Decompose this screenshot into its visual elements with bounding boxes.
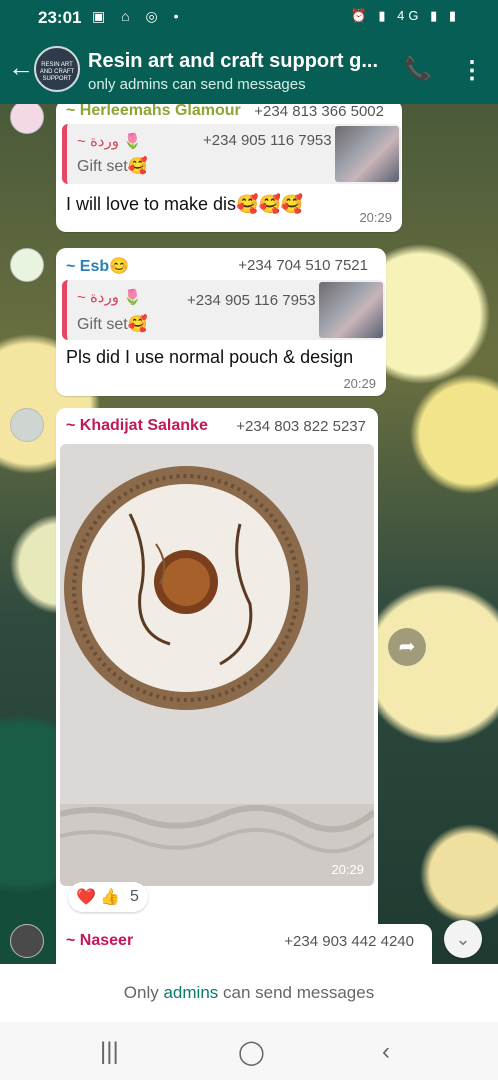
back-arrow-icon[interactable]: ← <box>8 54 34 80</box>
message-time: 20:29 <box>343 376 376 391</box>
quoted-phone: +234 905 116 7953 <box>203 132 332 149</box>
avatar[interactable] <box>10 924 44 958</box>
footer-prefix: Only <box>123 983 164 1002</box>
footer-suffix: can send messages <box>218 983 375 1002</box>
chat-area[interactable]: ~ Herleemahs Glamour +234 813 366 5002 ~… <box>0 104 498 964</box>
admins-link[interactable]: admins <box>163 983 218 1002</box>
group-title[interactable]: Resin art and craft support g... <box>88 50 388 73</box>
message-bubble[interactable]: ~ Esb😊 +234 704 510 7521 ~ وردة 🌷 +234 9… <box>56 248 386 396</box>
reaction-count: 5 <box>130 888 139 905</box>
message-time: 20:29 <box>359 210 392 225</box>
message-image[interactable]: 20:29 <box>60 444 374 886</box>
home-icon[interactable]: ◯ <box>238 1038 265 1067</box>
notification-icons: ▣ ⌂ ◎ • <box>92 8 185 24</box>
back-nav-icon[interactable]: ‹ <box>382 1038 390 1066</box>
sender-phone: +234 803 822 5237 <box>236 418 366 435</box>
quoted-message[interactable]: ~ وردة 🌷 +234 905 116 7953 Gift set🥰 <box>62 280 385 340</box>
quoted-text: Gift set🥰 <box>77 158 148 175</box>
scroll-down-icon[interactable]: ⌄ <box>444 920 482 958</box>
quoted-phone: +234 905 116 7953 <box>187 292 316 309</box>
quoted-sender: ~ وردة 🌷 <box>77 289 142 306</box>
sender-name[interactable]: ~ Khadijat Salanke <box>66 417 208 435</box>
forward-icon[interactable]: ➦ <box>388 628 426 666</box>
reaction-emojis: ❤️ 👍 <box>76 889 121 906</box>
avatar[interactable] <box>10 104 44 134</box>
message-bubble[interactable]: ~ Khadijat Salanke +234 803 822 5237 20:… <box>56 408 378 964</box>
avatar[interactable] <box>10 248 44 282</box>
group-subtitle: only admins can send messages <box>88 76 306 93</box>
quoted-thumbnail <box>335 126 399 182</box>
sender-phone: +234 704 510 7521 <box>238 257 368 274</box>
sender-name[interactable]: ~ Herleemahs Glamour <box>66 104 241 120</box>
reactions-bar[interactable]: ❤️ 👍 5 <box>68 882 148 912</box>
quoted-thumbnail <box>319 282 383 338</box>
admin-only-footer: Only admins can send messages <box>0 964 498 1022</box>
group-avatar[interactable]: RESIN ART AND CRAFT SUPPORT <box>34 46 80 92</box>
image-time: 20:29 <box>331 862 364 877</box>
sender-phone: +234 903 442 4240 <box>284 933 414 950</box>
avatar[interactable] <box>10 408 44 442</box>
system-nav-bar: ||| ◯ ‹ <box>0 1022 498 1080</box>
message-text: I will love to make dis🥰🥰🥰 <box>66 194 304 214</box>
sender-name[interactable]: ~ Naseer <box>66 932 133 950</box>
quoted-text: Gift set🥰 <box>77 316 148 333</box>
status-bar: 23:01 ▣ ⌂ ◎ • ⏰ ▮ 4G ▮ ▮ <box>0 0 498 34</box>
message-text: Pls did I use normal pouch & design <box>66 347 354 367</box>
sender-phone: +234 813 366 5002 <box>254 104 384 120</box>
quoted-sender: ~ وردة 🌷 <box>77 133 142 150</box>
resin-coaster-image <box>60 444 374 886</box>
system-icons: ⏰ ▮ 4G ▮ ▮ <box>350 8 460 23</box>
quoted-message[interactable]: ~ وردة 🌷 +234 905 116 7953 Gift set🥰 <box>62 124 401 184</box>
chat-header: ← RESIN ART AND CRAFT SUPPORT Resin art … <box>0 34 498 104</box>
status-time: 23:01 <box>38 8 82 27</box>
recents-icon[interactable]: ||| <box>100 1038 119 1066</box>
add-call-icon[interactable]: 📞 <box>404 56 431 82</box>
message-bubble[interactable]: ~ Herleemahs Glamour +234 813 366 5002 ~… <box>56 104 402 232</box>
group-avatar-text: RESIN ART AND CRAFT SUPPORT <box>39 62 75 82</box>
message-bubble[interactable]: ~ Naseer +234 903 442 4240 <box>56 924 432 964</box>
more-vert-icon[interactable]: ⋮ <box>460 56 484 85</box>
sender-name[interactable]: ~ Esb😊 <box>66 256 129 276</box>
